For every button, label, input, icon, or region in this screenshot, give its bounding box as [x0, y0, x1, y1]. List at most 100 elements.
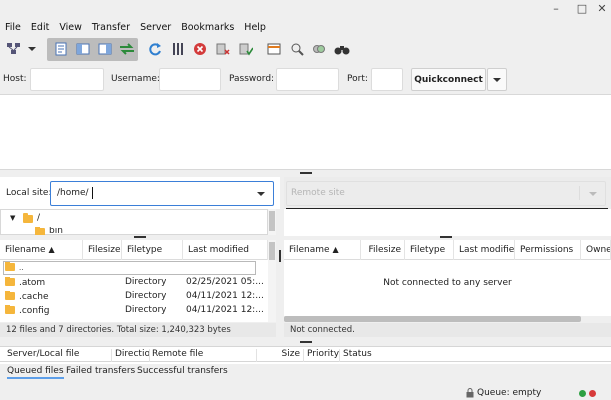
- remote-site-bar: Remote site: [284, 177, 611, 209]
- local-file-list[interactable]: .. .atom Directory 02/25/2021 05:... .ca…: [0, 260, 268, 322]
- tree-node-root[interactable]: /: [23, 213, 40, 223]
- local-tree-splitter-handle[interactable]: [134, 236, 146, 238]
- scrollbar-thumb[interactable]: [269, 242, 275, 260]
- chevron-down-icon: [28, 47, 36, 51]
- col-status[interactable]: Status: [340, 349, 460, 363]
- refresh-icon: [149, 43, 161, 56]
- text-cursor: [92, 187, 93, 199]
- col-filename[interactable]: Filename ▲: [284, 240, 361, 260]
- tab-queued-files[interactable]: Queued files: [7, 366, 64, 379]
- chevron-down-icon: [589, 192, 597, 196]
- col-filetype[interactable]: Filetype: [122, 240, 183, 260]
- col-direction[interactable]: Directio: [112, 349, 150, 363]
- tree-node-bin[interactable]: bin: [35, 227, 63, 235]
- table-row[interactable]: ..: [0, 261, 268, 275]
- disconnect-button[interactable]: [213, 39, 233, 59]
- toggle-queue-button[interactable]: [117, 39, 137, 59]
- menu-bookmarks[interactable]: Bookmarks: [176, 20, 239, 36]
- tab-successful-transfers[interactable]: Successful transfers: [137, 366, 228, 376]
- scrollbar-thumb[interactable]: [269, 211, 275, 231]
- refresh-button[interactable]: [145, 39, 165, 59]
- col-filesize[interactable]: Filesize: [83, 240, 122, 260]
- file-name: .cache: [19, 292, 49, 302]
- compare-button[interactable]: [309, 39, 329, 59]
- tab-failed-transfers[interactable]: Failed transfers: [66, 366, 135, 376]
- quickconnect-bar: Host: Username: Password: Port: Quickcon…: [0, 65, 611, 93]
- username-input[interactable]: [159, 68, 221, 91]
- pane-splitter-handle[interactable]: [279, 250, 281, 262]
- password-input[interactable]: [276, 68, 339, 91]
- queue-tabs: Queued files Failed transfers Successful…: [0, 364, 611, 380]
- remote-file-list[interactable]: Not connected to any server: [284, 260, 611, 316]
- reconnect-icon: [239, 43, 253, 56]
- cancel-button[interactable]: [190, 39, 210, 59]
- quickconnect-button[interactable]: Quickconnect: [411, 68, 486, 91]
- remote-site-combo[interactable]: Remote site: [286, 181, 606, 206]
- chevron-down-icon: [257, 192, 265, 196]
- directory-filter-button[interactable]: [264, 39, 284, 59]
- disconnect-icon: [216, 43, 230, 55]
- process-queue-button[interactable]: [168, 39, 188, 59]
- search-button[interactable]: [332, 39, 352, 59]
- host-label: Host:: [3, 74, 27, 84]
- col-filetype[interactable]: Filetype: [405, 240, 454, 260]
- tree-expander-icon[interactable]: ▼: [10, 214, 15, 222]
- remote-directory-tree[interactable]: [284, 209, 611, 236]
- queue-splitter-handle[interactable]: [300, 341, 312, 343]
- remote-status-text: Not connected.: [284, 323, 611, 337]
- remote-tree-splitter-handle[interactable]: [440, 236, 452, 238]
- status-bar: Queue: empty: [0, 384, 611, 400]
- selection-focus: [3, 261, 256, 275]
- col-owner[interactable]: Owne: [581, 240, 611, 260]
- folder-icon: [5, 262, 15, 271]
- sync-browsing-button[interactable]: [287, 39, 307, 59]
- host-input[interactable]: [30, 68, 104, 91]
- local-site-combo[interactable]: /home/: [50, 181, 274, 206]
- toggle-remote-tree-button[interactable]: [95, 39, 115, 59]
- maximize-button[interactable]: □: [574, 2, 590, 15]
- col-size[interactable]: Size: [257, 349, 304, 363]
- toggle-local-tree-button[interactable]: [73, 39, 93, 59]
- reconnect-button[interactable]: [236, 39, 256, 59]
- local-site-label: Local site:: [6, 188, 52, 198]
- menu-server[interactable]: Server: [135, 20, 176, 36]
- quickconnect-history-dropdown[interactable]: [487, 68, 507, 91]
- col-filename[interactable]: Filename ▲: [0, 240, 83, 260]
- minimize-button[interactable]: –: [548, 2, 564, 15]
- menu-transfer[interactable]: Transfer: [87, 20, 135, 36]
- tree-node-label: /: [37, 213, 41, 223]
- port-input[interactable]: [371, 68, 403, 91]
- toggle-log-button[interactable]: [51, 39, 71, 59]
- site-manager-dropdown[interactable]: [26, 39, 38, 59]
- log-splitter-handle[interactable]: [300, 172, 312, 174]
- file-modified: 04/11/2021 12:...: [186, 291, 264, 301]
- col-remote-file[interactable]: Remote file: [149, 349, 257, 363]
- table-row[interactable]: .cache Directory 04/11/2021 12:...: [0, 290, 268, 304]
- receive-indicator-icon: [579, 390, 586, 397]
- menu-help[interactable]: Help: [239, 20, 271, 36]
- local-list-scrollbar[interactable]: [268, 240, 276, 322]
- local-directory-tree[interactable]: ▼ / bin: [0, 209, 268, 235]
- menu-edit[interactable]: Edit: [26, 20, 54, 36]
- local-tree-scrollbar[interactable]: [268, 209, 276, 235]
- col-last-modified[interactable]: Last modified: [454, 240, 515, 260]
- cancel-icon: [194, 43, 206, 55]
- col-last-modified[interactable]: Last modified: [183, 240, 268, 260]
- table-row[interactable]: .atom Directory 02/25/2021 05:...: [0, 276, 268, 290]
- lock-icon: [466, 388, 474, 398]
- site-manager-button[interactable]: [4, 39, 24, 59]
- binoculars-icon: [334, 46, 350, 55]
- menu-view[interactable]: View: [54, 20, 87, 36]
- col-filesize[interactable]: Filesize: [361, 240, 405, 260]
- message-log[interactable]: [0, 94, 611, 170]
- combo-divider: [579, 186, 580, 200]
- col-priority[interactable]: Priority: [304, 349, 340, 363]
- local-list-header: Filename ▲ Filesize Filetype Last modifi…: [0, 240, 268, 260]
- close-button[interactable]: ✕: [594, 2, 610, 15]
- table-row[interactable]: .config Directory 04/11/2021 12:...: [0, 304, 268, 318]
- file-type: Directory: [125, 277, 167, 287]
- remote-horizontal-scrollbar[interactable]: [284, 316, 581, 322]
- col-permissions[interactable]: Permissions: [515, 240, 581, 260]
- col-server-local-file[interactable]: Server/Local file: [4, 349, 112, 363]
- menu-file[interactable]: File: [0, 20, 26, 36]
